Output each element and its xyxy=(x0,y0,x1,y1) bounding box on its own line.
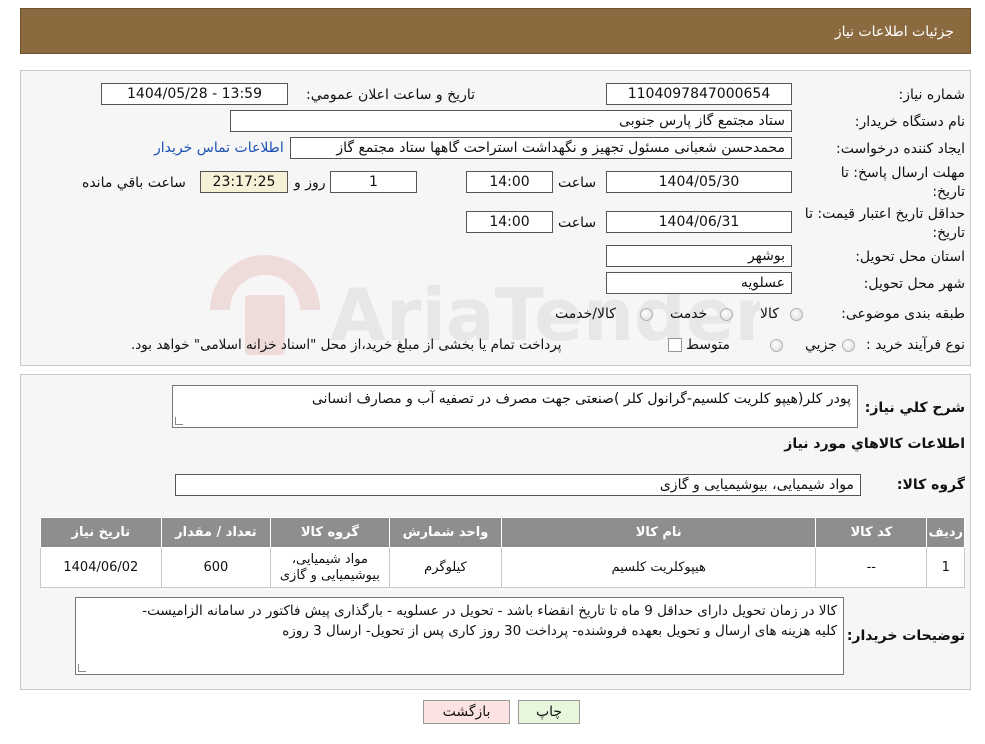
remaining-days-field[interactable]: 1 xyxy=(330,171,417,193)
category-option-goods-service: کالا/خدمت xyxy=(555,306,616,322)
cell-need-date: 1404/06/02 xyxy=(40,547,162,588)
process-checkbox[interactable] xyxy=(668,338,682,352)
deadline-date-field[interactable]: 1404/05/30 xyxy=(606,171,792,193)
resize-grip-icon[interactable] xyxy=(175,417,183,425)
goods-group-field[interactable]: مواد شیمیایی، بیوشیمیایی و گازی xyxy=(175,474,861,496)
cell-goods-code: -- xyxy=(815,547,928,588)
remaining-time-field[interactable]: 23:17:25 xyxy=(200,171,288,193)
col-quantity: تعداد / مقدار xyxy=(160,517,272,548)
back-button[interactable]: بازگشت xyxy=(423,700,510,724)
category-radio-goods[interactable] xyxy=(790,308,803,321)
province-field[interactable]: بوشهر xyxy=(606,245,792,267)
process-option-medium: متوسط xyxy=(686,337,730,353)
resize-grip-icon[interactable] xyxy=(78,664,86,672)
city-label: شهر محل تحویل: xyxy=(863,276,965,292)
validity-time-label: ساعت xyxy=(558,215,597,231)
items-table-header: ردیف کد کالا نام کالا واحد شمارش گروه کا… xyxy=(40,517,965,548)
process-option-partial: جزیي xyxy=(805,337,837,353)
validity-date-field[interactable]: 1404/06/31 xyxy=(606,211,792,233)
col-goods-group: گروه کالا xyxy=(270,517,390,548)
buyer-notes-line2: کلیه هزینه های ارسال و تحویل بعهده فروشن… xyxy=(282,623,837,639)
process-note: پرداخت تمام یا بخشی از مبلغ خرید،از محل … xyxy=(131,337,562,353)
page-title: جزئیات اطلاعات نیاز xyxy=(834,24,954,40)
validity-label-line2: تاریخ: xyxy=(932,225,965,241)
items-table: ردیف کد کالا نام کالا واحد شمارش گروه کا… xyxy=(40,517,965,588)
summary-text: پودر کلر(هیپو کلریت کلسیم-گرانول کلر )صن… xyxy=(311,391,851,407)
deadline-time-label: ساعت xyxy=(558,175,597,191)
creator-field[interactable]: محمدحسن شعبانی مسئول تجهیز و نگهداشت است… xyxy=(290,137,792,159)
days-label: روز و xyxy=(294,175,326,191)
need-number-field[interactable]: 1104097847000654 xyxy=(606,83,792,105)
cell-row-number: 1 xyxy=(926,547,965,588)
col-goods-code: کد کالا xyxy=(815,517,928,548)
province-label: استان محل تحویل: xyxy=(855,249,965,265)
cell-quantity: 600 xyxy=(160,547,272,588)
validity-time-field[interactable]: 14:00 xyxy=(466,211,553,233)
cell-goods-group: مواد شیمیایی، بیوشیمیایی و گازی xyxy=(270,547,390,588)
summary-label: شرح کلي نیاز: xyxy=(864,400,965,416)
category-option-goods: کالا xyxy=(760,306,779,322)
goods-group-label: گروه کالا: xyxy=(896,477,965,493)
col-need-date: تاریخ نیاز xyxy=(40,517,162,548)
category-radio-service[interactable] xyxy=(720,308,733,321)
process-radio-medium[interactable] xyxy=(770,339,783,352)
goods-info-title: اطلاعات کالاهاي مورد نیاز xyxy=(784,436,965,452)
deadline-label-line2: تاریخ: xyxy=(932,184,965,200)
validity-label-line1: حداقل تاریخ اعتبار قیمت: تا xyxy=(804,206,965,222)
remaining-time-label: ساعت باقي مانده xyxy=(82,175,186,191)
buyer-org-field[interactable]: ستاد مجتمع گاز پارس جنوبی xyxy=(230,110,792,132)
process-label: نوع فرآیند خرید : xyxy=(866,337,965,353)
announce-label: تاریخ و ساعت اعلان عمومي: xyxy=(306,87,475,103)
cell-unit: کیلوگرم xyxy=(388,547,503,588)
col-row-number: ردیف xyxy=(926,517,965,548)
process-radio-partial[interactable] xyxy=(842,339,855,352)
announce-field[interactable]: 1404/05/28 - 13:59 xyxy=(101,83,288,105)
page-header: جزئیات اطلاعات نیاز xyxy=(20,8,971,54)
buyer-notes-line1: کالا در زمان تحویل دارای حداقل 9 ماه تا … xyxy=(142,603,837,619)
category-label: طبقه بندی موضوعی: xyxy=(841,306,965,322)
creator-label: ایجاد کننده درخواست: xyxy=(836,141,965,157)
buyer-notes-label: توضیحات خریدار: xyxy=(846,628,965,644)
cell-goods-name: هیپوکلریت کلسیم xyxy=(501,547,817,588)
col-goods-name: نام کالا xyxy=(501,517,817,548)
buyer-contact-link[interactable]: اطلاعات تماس خریدار xyxy=(154,140,284,156)
print-button[interactable]: چاپ xyxy=(518,700,580,724)
summary-textarea[interactable]: پودر کلر(هیپو کلریت کلسیم-گرانول کلر )صن… xyxy=(172,385,858,428)
need-number-label: شماره نیاز: xyxy=(898,87,966,103)
col-unit: واحد شمارش xyxy=(388,517,503,548)
category-radio-goods-service[interactable] xyxy=(640,308,653,321)
city-field[interactable]: عسلویه xyxy=(606,272,792,294)
deadline-label-line1: مهلت ارسال پاسخ: تا xyxy=(840,165,965,181)
category-option-service: خدمت xyxy=(670,306,708,322)
buyer-org-label: نام دستگاه خریدار: xyxy=(854,114,965,130)
buyer-notes-textarea[interactable]: کالا در زمان تحویل دارای حداقل 9 ماه تا … xyxy=(75,597,844,675)
deadline-time-field[interactable]: 14:00 xyxy=(466,171,553,193)
table-row[interactable]: 1 -- هیپوکلریت کلسیم کیلوگرم مواد شیمیای… xyxy=(40,547,965,588)
